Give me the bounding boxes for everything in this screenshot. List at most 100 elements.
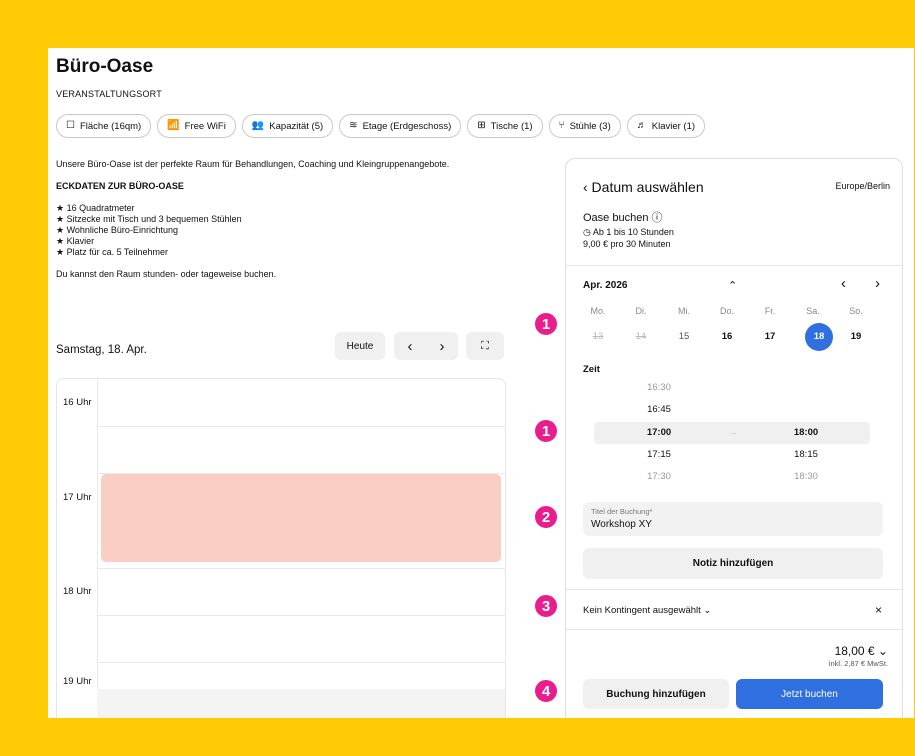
chevron-left-icon[interactable]: ‹ <box>408 338 413 355</box>
quota-select[interactable]: Kein Kontingent ausgewählt ⌄ <box>583 605 711 616</box>
vat-info: inkl. 2,87 € MwSt. <box>828 659 888 668</box>
table-icon: ⊞ <box>477 120 486 131</box>
wifi-icon: 📶 <box>167 120 180 131</box>
add-note-button[interactable]: Notiz hinzufügen <box>583 548 883 579</box>
layers-icon: ≋ <box>349 120 358 131</box>
fact-item: ★ Platz für ca. 5 Teilnehmer <box>56 247 168 257</box>
chip-wifi[interactable]: 📶 Free WiFi <box>157 114 236 138</box>
divider <box>566 589 902 590</box>
grid-line <box>97 662 505 663</box>
start-time[interactable]: 17:30 <box>629 471 689 482</box>
day-cell[interactable]: 15 <box>673 331 695 342</box>
piano-icon: ♬ <box>636 120 647 131</box>
month-next-icon[interactable]: › <box>875 275 880 292</box>
start-time[interactable]: 17:15 <box>629 449 689 460</box>
chip-flaeche[interactable]: ☐ Fläche (16qm) <box>56 114 152 138</box>
page-title: Büro-Oase <box>56 56 154 77</box>
start-time-selected[interactable]: 17:00 <box>629 427 689 438</box>
zeit-label: Zeit <box>583 364 600 375</box>
booking-panel: ‹ Datum auswählen Europe/Berlin Oase buc… <box>565 158 903 718</box>
fact-item: ★ Wohnliche Büro-Einrichtung <box>56 225 178 235</box>
chevron-right-icon[interactable]: › <box>440 338 445 355</box>
day-cell-selected[interactable]: 18 <box>808 331 830 342</box>
grid-line <box>97 615 505 616</box>
step-badge: 1 <box>533 418 559 444</box>
chip-etage[interactable]: ≋ Etage (Erdgeschoss) <box>339 114 462 138</box>
close-icon[interactable]: × <box>875 603 882 617</box>
weekday-label: So. <box>849 306 863 316</box>
chip-tische[interactable]: ⊞ Tische (1) <box>467 114 543 138</box>
day-calendar-grid[interactable]: 16 Uhr 17 Uhr 18 Uhr 19 Uhr <box>56 378 506 718</box>
weekday-label: Sa. <box>806 306 820 316</box>
day-cell[interactable]: 16 <box>716 331 738 342</box>
day-cell[interactable]: 19 <box>845 331 867 342</box>
square-icon: ☐ <box>66 120 75 131</box>
grid-line <box>97 568 505 569</box>
chip-label: Fläche (16qm) <box>79 120 142 132</box>
product-title: Oase buchen ⓘ <box>583 212 663 224</box>
calendar-nav: ‹ › <box>394 332 458 360</box>
month-prev-icon[interactable]: ‹ <box>841 275 846 292</box>
chip-stuehle[interactable]: ⑂ Stühle (3) <box>548 114 621 138</box>
book-now-button[interactable]: Jetzt buchen <box>736 679 883 709</box>
step-badge: 1 <box>533 311 559 337</box>
grid-divider <box>97 379 98 718</box>
month-label: Apr. 2026 <box>583 280 628 291</box>
field-label: Titel der Buchung* <box>591 507 653 516</box>
divider <box>566 629 902 630</box>
day-cell[interactable]: 17 <box>759 331 781 342</box>
day-row: 13 14 15 16 17 18 19 <box>566 331 902 343</box>
chip-kapazitaet[interactable]: 👥 Kapazität (5) <box>241 114 334 138</box>
divider <box>566 265 902 266</box>
chip-klavier[interactable]: ♬ Klavier (1) <box>626 114 706 138</box>
add-booking-button[interactable]: Buchung hinzufügen <box>583 679 729 709</box>
chip-label: Tische (1) <box>490 120 533 132</box>
description-intro: Unsere Büro-Oase ist der perfekte Raum f… <box>56 159 450 169</box>
chip-label: Etage (Erdgeschoss) <box>362 120 452 132</box>
step-badge: 4 <box>533 678 559 704</box>
start-time[interactable]: 16:45 <box>629 404 689 415</box>
grid-line <box>97 426 505 427</box>
calendar-date-label: Samstag, 18. Apr. <box>56 344 147 356</box>
arrow-right-icon: → <box>728 427 738 438</box>
fact-item: ★ Klavier <box>56 236 95 246</box>
hour-label: 19 Uhr <box>63 676 92 687</box>
description-footer: Du kannst den Raum stunden- oder tagewei… <box>56 269 277 279</box>
people-icon: 👥 <box>251 120 265 131</box>
back-to-date-button[interactable]: ‹ Datum auswählen <box>583 179 704 195</box>
day-cell: 13 <box>592 331 604 342</box>
start-time[interactable]: 16:30 <box>629 382 689 393</box>
end-time[interactable]: 18:15 <box>776 449 836 460</box>
chip-label: Stühle (3) <box>569 120 611 132</box>
weekday-header: Mo. Di. Mi. Do. Fr. Sa. So. <box>566 306 902 318</box>
weekday-label: Di. <box>635 306 647 316</box>
price-rate: 9,00 € pro 30 Minuten <box>583 239 671 249</box>
weekday-label: Mo. <box>590 306 606 316</box>
hour-label: 18 Uhr <box>63 586 92 597</box>
selected-booking-block[interactable] <box>101 474 501 562</box>
chair-icon: ⑂ <box>558 120 565 131</box>
room-description: Unsere Büro-Oase ist der perfekte Raum f… <box>56 159 456 280</box>
hour-label: 16 Uhr <box>63 397 92 408</box>
fact-item: ★ 16 Quadratmeter <box>56 203 135 213</box>
chip-label: Free WiFi <box>184 120 226 132</box>
app-window: Büro-Oase VERANSTALTUNGSORT ☐ Fläche (16q… <box>48 48 914 718</box>
chip-label: Kapazität (5) <box>269 120 324 132</box>
page-subtitle: VERANSTALTUNGSORT <box>56 89 162 99</box>
chevron-up-icon[interactable]: ⌃ <box>728 279 737 292</box>
step-badge: 3 <box>533 593 559 619</box>
weekday-label: Do. <box>719 306 734 316</box>
end-time[interactable]: 18:30 <box>776 471 836 482</box>
total-price[interactable]: 18,00 € ⌄ <box>835 644 888 658</box>
expand-icon[interactable]: ⛶ <box>466 332 504 360</box>
today-button[interactable]: Heute <box>335 332 385 360</box>
weekday-label: Mi. <box>678 306 690 316</box>
hour-label: 17 Uhr <box>63 492 92 503</box>
field-value: Workshop XY <box>591 519 652 530</box>
day-cell: 14 <box>635 331 647 342</box>
booking-title-field[interactable]: Titel der Buchung* Workshop XY <box>583 502 883 536</box>
fact-item: ★ Sitzecke mit Tisch und 3 bequemen Stüh… <box>56 214 242 224</box>
step-badge: 2 <box>533 504 559 530</box>
feature-chips: ☐ Fläche (16qm) 📶 Free WiFi 👥 Kapazität (5)… <box>56 114 706 138</box>
end-time-selected[interactable]: 18:00 <box>776 427 836 438</box>
